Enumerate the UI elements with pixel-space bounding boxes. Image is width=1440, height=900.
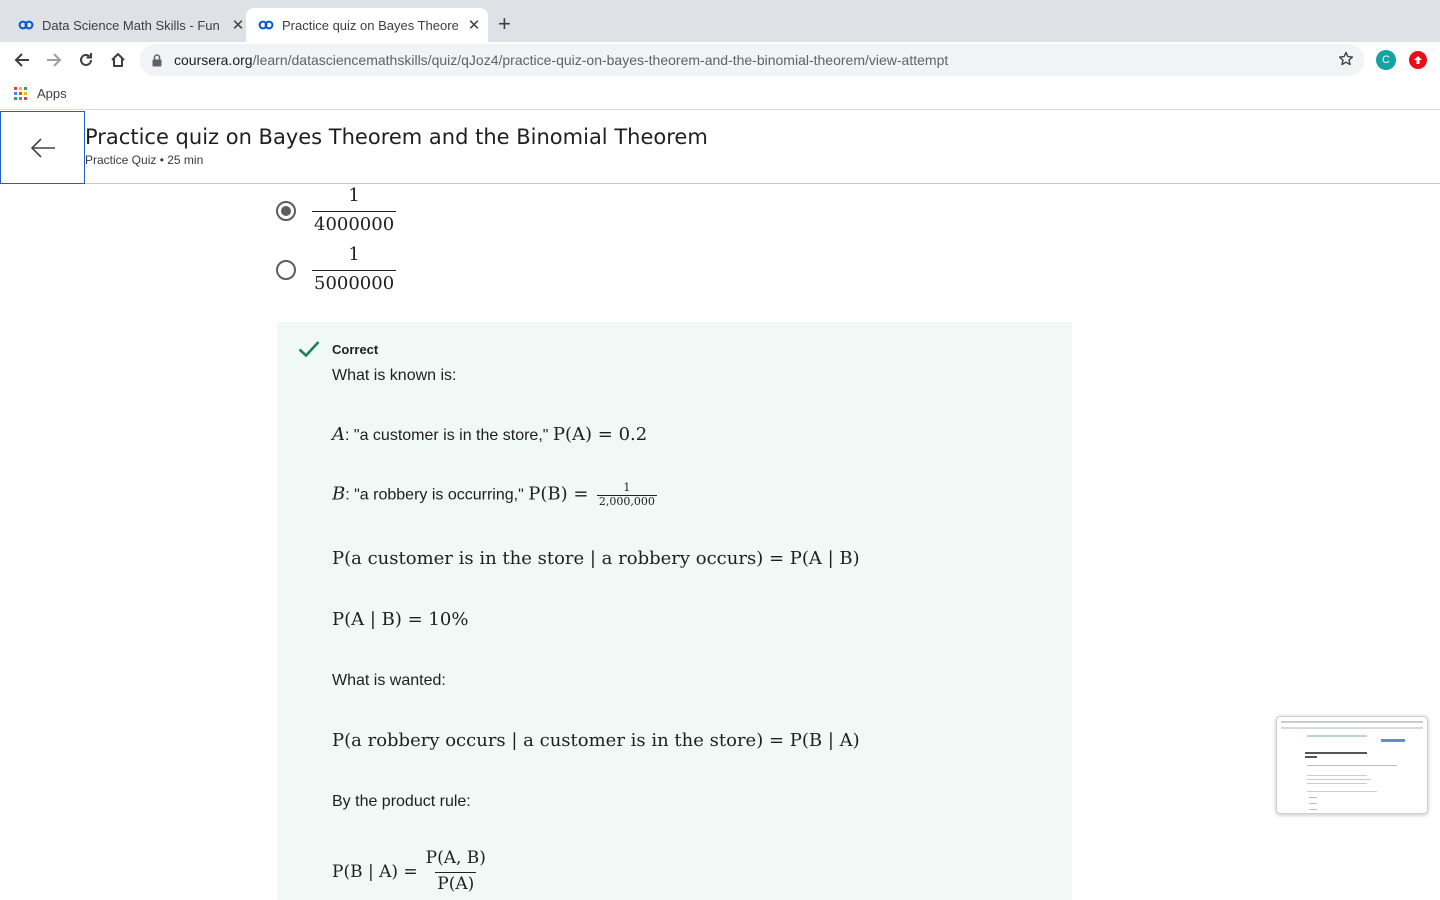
tab-strip: Data Science Math Skills - Fun ✕ Practic… (0, 0, 1440, 42)
option-fraction: 1 4000000 (312, 185, 397, 235)
back-button[interactable] (0, 111, 85, 184)
probability-fraction: 1 2,000,000 (596, 481, 657, 508)
known-label: What is known is: (332, 367, 457, 384)
bookmarks-bar: Apps (0, 78, 1440, 110)
profile-avatar[interactable]: C (1376, 50, 1396, 70)
back-arrow-icon[interactable] (11, 49, 33, 71)
url-text: coursera.org/learn/datasciencemathskills… (174, 52, 949, 68)
checkmark-icon (298, 340, 320, 363)
tab-title: Practice quiz on Bayes Theorem (282, 17, 458, 33)
tab-practice-quiz[interactable]: Practice quiz on Bayes Theorem ✕ (246, 8, 488, 42)
browser-toolbar: coursera.org/learn/datasciencemathskills… (0, 42, 1440, 78)
product-rule-formula: P(B | A) = P(A, B) P(A) (332, 848, 486, 894)
home-icon[interactable] (107, 49, 129, 71)
event-b-definition: B: "a robbery is occurring," P(B) = 1 2,… (332, 481, 657, 508)
formula-fraction: P(A, B) P(A) (425, 848, 486, 894)
apps-label: Apps (37, 86, 67, 101)
feedback-panel: Correct What is known is: A: "a customer… (277, 322, 1072, 900)
new-tab-button[interactable]: + (498, 13, 511, 35)
tab-title: Data Science Math Skills - Fun (42, 17, 220, 33)
close-tab-icon[interactable]: ✕ (466, 16, 482, 34)
wanted-label: What is wanted: (332, 672, 446, 689)
forward-arrow-icon[interactable] (43, 49, 65, 71)
address-bar[interactable]: coursera.org/learn/datasciencemathskills… (140, 44, 1364, 76)
answer-option[interactable]: 1 5000000 (276, 244, 397, 294)
radio-selected[interactable] (276, 200, 296, 221)
event-a-definition: A: "a customer is in the store," P(A) = … (332, 424, 648, 445)
conditional-value: P(A | B) = 10% (332, 609, 469, 630)
extension-icon[interactable] (1409, 51, 1427, 69)
option-fraction: 1 5000000 (312, 244, 397, 294)
radio-unselected[interactable] (276, 259, 296, 280)
screenshot-thumbnail[interactable] (1276, 716, 1428, 814)
reload-icon[interactable] (75, 49, 97, 71)
apps-grid-icon (14, 87, 27, 100)
arrow-left-icon (30, 137, 55, 158)
apps-bookmark[interactable]: Apps (14, 86, 67, 101)
lock-icon (152, 53, 166, 67)
conditional-definition: P(a customer is in the store | a robbery… (332, 548, 860, 569)
coursera-icon (258, 17, 274, 33)
coursera-icon (18, 17, 34, 33)
quiz-meta: Practice Quiz • 25 min (85, 153, 204, 167)
tab-data-science-math-skills[interactable]: Data Science Math Skills - Fun ✕ (0, 8, 246, 42)
correct-label: Correct (332, 342, 379, 357)
quiz-header: Practice quiz on Bayes Theorem and the B… (0, 111, 1440, 184)
page-title: Practice quiz on Bayes Theorem and the B… (85, 125, 708, 149)
close-tab-icon[interactable]: ✕ (230, 16, 246, 34)
wanted-expression: P(a robbery occurs | a customer is in th… (332, 730, 860, 751)
product-rule-label: By the product rule: (332, 793, 471, 810)
bookmark-star-icon[interactable] (1338, 51, 1354, 72)
answer-option[interactable]: 1 4000000 (276, 185, 397, 235)
